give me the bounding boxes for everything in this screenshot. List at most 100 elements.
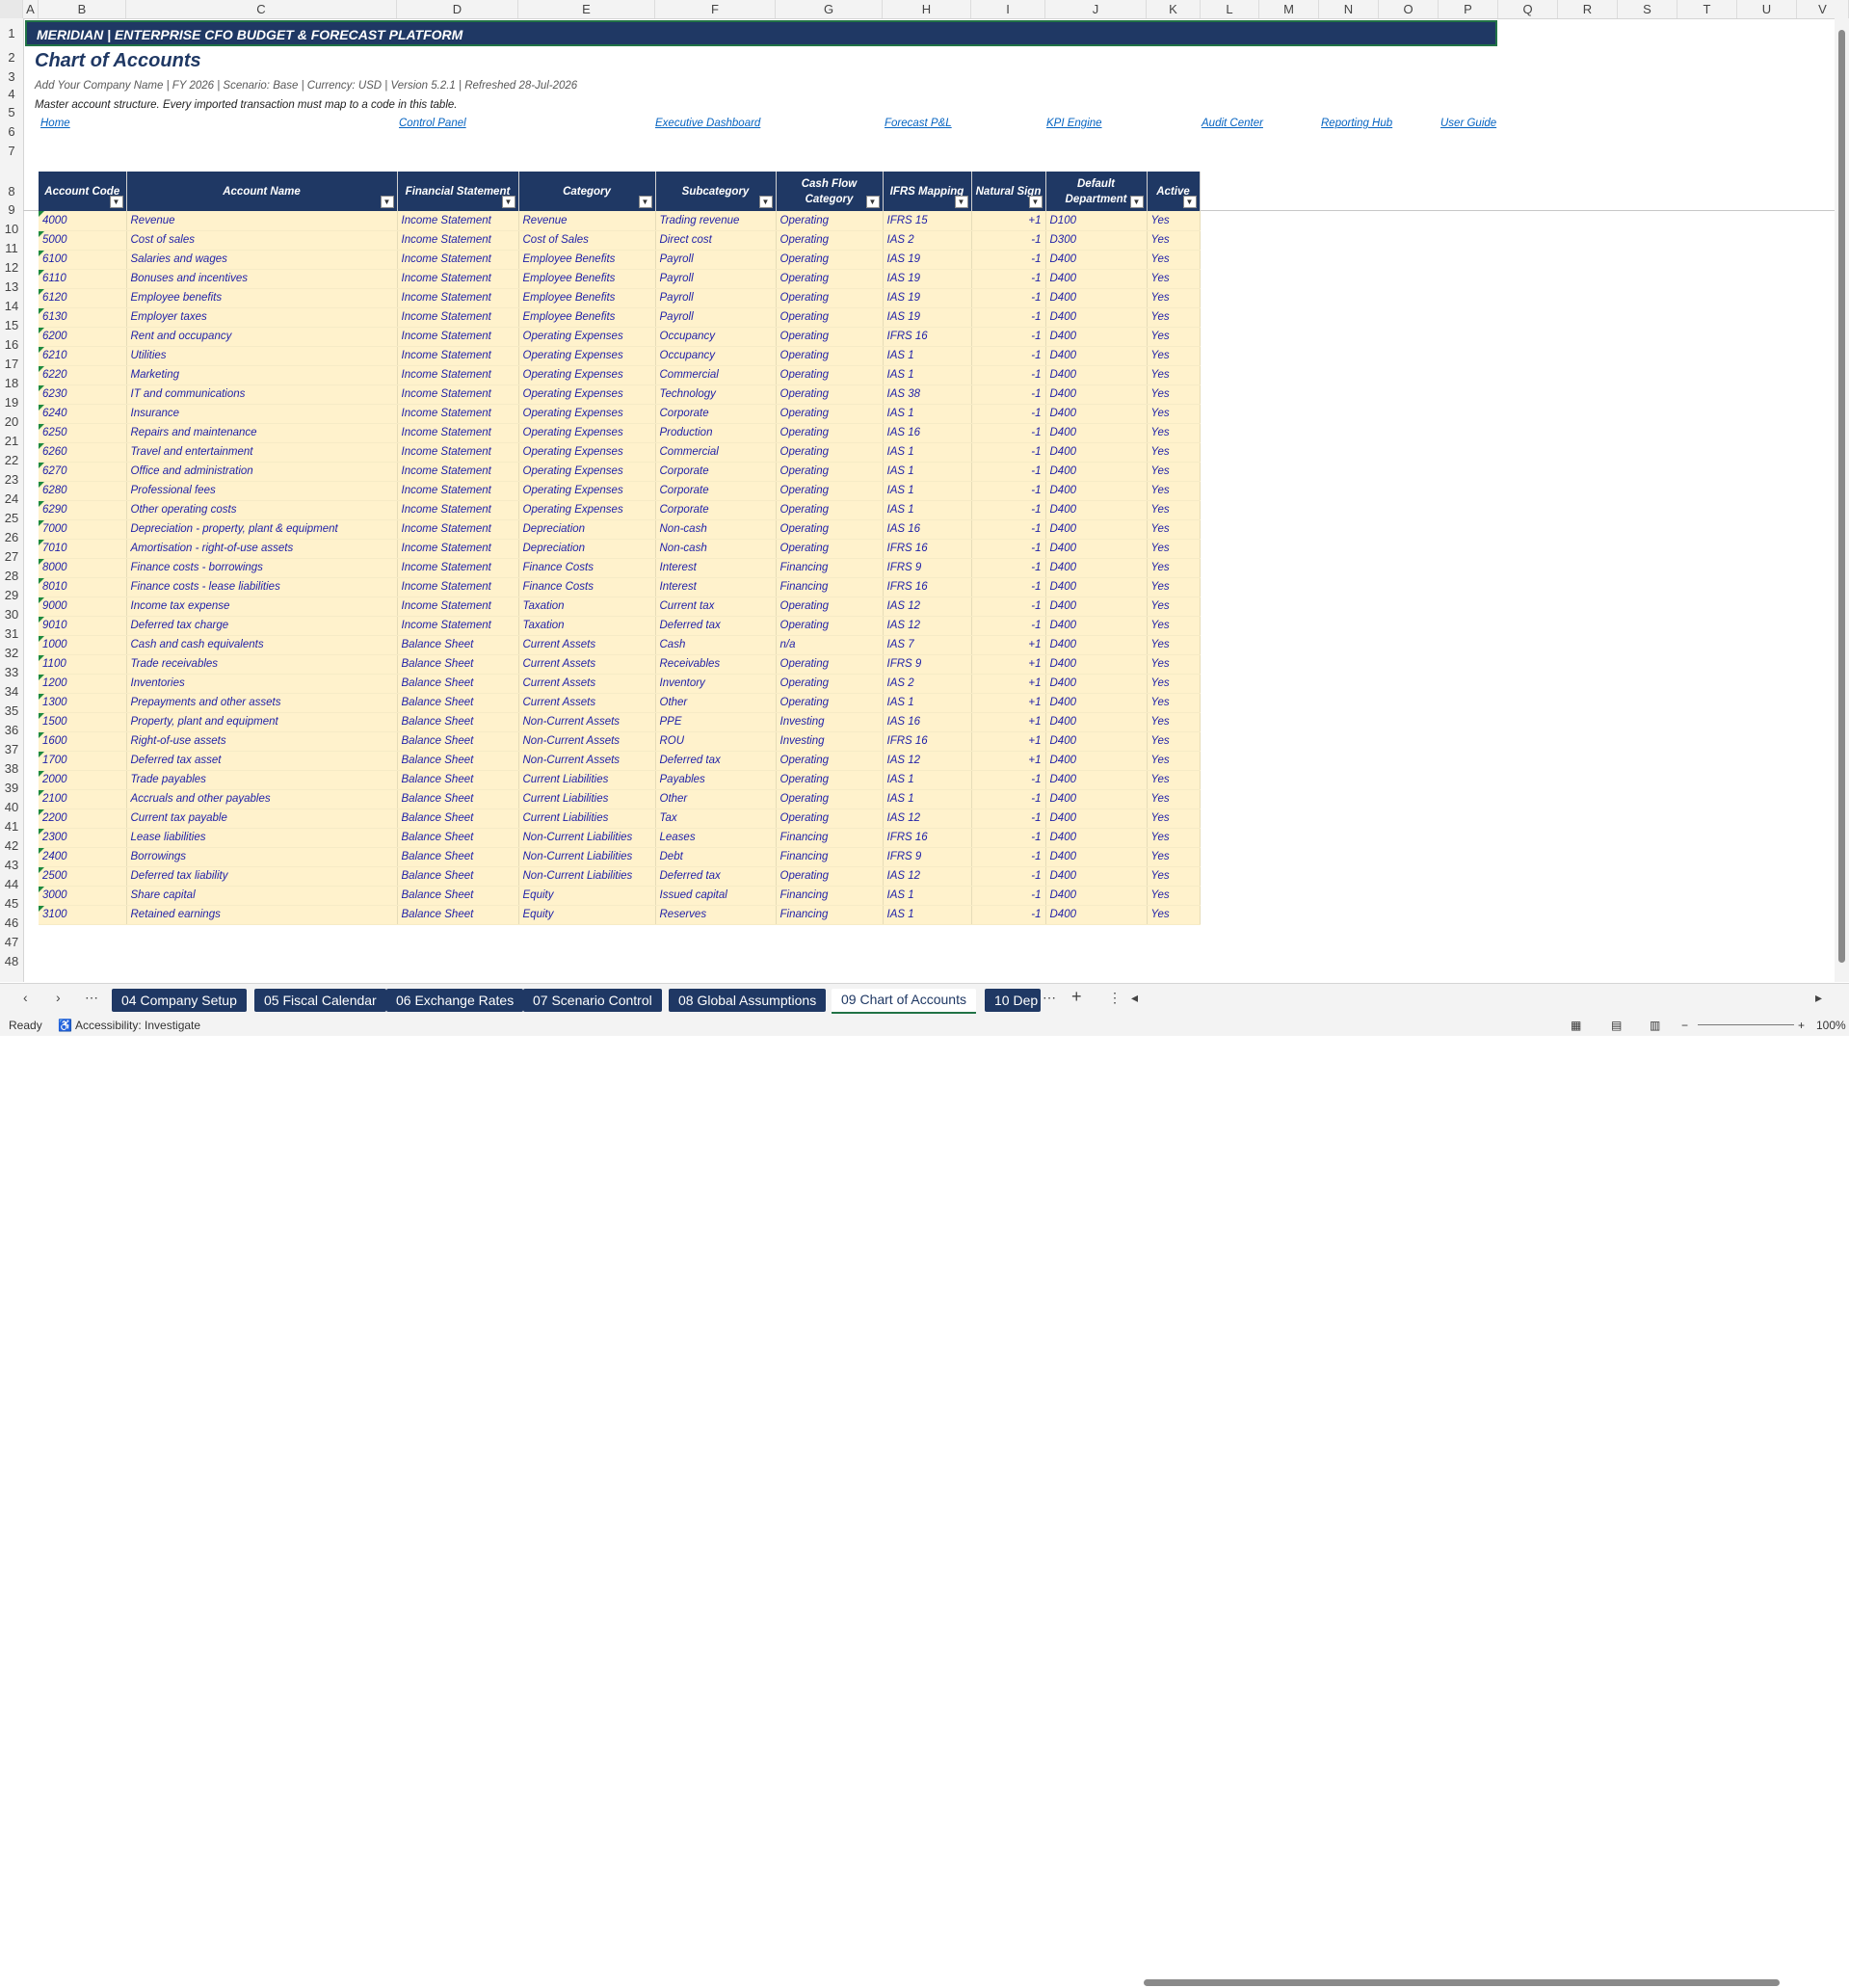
table-cell[interactable]: Operating	[776, 327, 884, 347]
row-header[interactable]: 29	[0, 586, 23, 605]
table-cell[interactable]: Deferred tax	[655, 751, 777, 771]
table-cell[interactable]: Income Statement	[397, 384, 519, 405]
accessibility-status[interactable]: Accessibility: Investigate	[75, 1019, 200, 1032]
table-cell[interactable]: Yes	[1147, 789, 1201, 809]
table-cell[interactable]: Yes	[1147, 674, 1201, 694]
table-cell[interactable]: Cost of sales	[126, 230, 398, 251]
sheet-tab[interactable]: 10 Dep	[985, 989, 1041, 1012]
table-cell[interactable]: -1	[971, 596, 1046, 617]
table-cell[interactable]: Utilities	[126, 346, 398, 366]
table-cell[interactable]: Yes	[1147, 404, 1201, 424]
row-header[interactable]: 19	[0, 393, 23, 412]
table-cell[interactable]: D400	[1045, 288, 1148, 308]
table-cell[interactable]: Direct cost	[655, 230, 777, 251]
table-cell[interactable]: Occupancy	[655, 346, 777, 366]
accessibility-icon[interactable]: ♿	[58, 1019, 72, 1032]
table-cell[interactable]: Yes	[1147, 519, 1201, 540]
table-cell[interactable]: 9000	[39, 596, 127, 617]
table-cell[interactable]: D400	[1045, 712, 1148, 732]
table-cell[interactable]: Yes	[1147, 886, 1201, 906]
table-cell[interactable]: Finance Costs	[518, 577, 656, 597]
table-cell[interactable]: Balance Sheet	[397, 770, 519, 790]
table-cell[interactable]: Yes	[1147, 654, 1201, 675]
table-cell[interactable]: Trading revenue	[655, 211, 777, 231]
table-cell[interactable]: Depreciation	[518, 539, 656, 559]
zoom-level[interactable]: 100%	[1816, 1019, 1846, 1032]
table-cell[interactable]: Operating	[776, 596, 884, 617]
table-cell[interactable]: D400	[1045, 789, 1148, 809]
table-cell[interactable]: Finance Costs	[518, 558, 656, 578]
table-cell[interactable]: Operating	[776, 230, 884, 251]
row-header[interactable]: 37	[0, 740, 23, 759]
column-header-r[interactable]: R	[1558, 0, 1618, 18]
table-cell[interactable]: D400	[1045, 384, 1148, 405]
table-cell[interactable]: Yes	[1147, 384, 1201, 405]
table-cell[interactable]: IAS 1	[883, 404, 972, 424]
table-cell[interactable]: 8010	[39, 577, 127, 597]
table-cell[interactable]: Depreciation	[518, 519, 656, 540]
table-cell[interactable]: Operating	[776, 269, 884, 289]
scroll-thumb[interactable]	[1838, 30, 1845, 963]
table-cell[interactable]: IT and communications	[126, 384, 398, 405]
table-cell[interactable]: -1	[971, 462, 1046, 482]
table-cell[interactable]: -1	[971, 307, 1046, 328]
table-cell[interactable]: Balance Sheet	[397, 886, 519, 906]
row-header[interactable]: 45	[0, 894, 23, 914]
table-cell[interactable]: Operating	[776, 442, 884, 463]
row-header[interactable]: 26	[0, 528, 23, 547]
table-cell[interactable]: Non-Current Assets	[518, 731, 656, 752]
table-cell[interactable]: Payables	[655, 770, 777, 790]
table-cell[interactable]: Income Statement	[397, 481, 519, 501]
table-cell[interactable]: D400	[1045, 346, 1148, 366]
sheet-tab[interactable]: 08 Global Assumptions	[669, 989, 827, 1012]
table-cell[interactable]: 6120	[39, 288, 127, 308]
filter-dropdown-icon[interactable]: ▼	[758, 196, 773, 208]
table-cell[interactable]: Revenue	[126, 211, 398, 231]
row-header[interactable]: 1	[0, 20, 23, 46]
filter-dropdown-icon[interactable]: ▼	[501, 196, 515, 208]
table-cell[interactable]: Deferred tax	[655, 866, 777, 887]
table-cell[interactable]: Yes	[1147, 616, 1201, 636]
table-cell[interactable]: 6130	[39, 307, 127, 328]
table-cell[interactable]: Operating	[776, 866, 884, 887]
header-financial-statement[interactable]: Financial Statement ▼	[397, 172, 519, 211]
table-cell[interactable]: D400	[1045, 770, 1148, 790]
table-cell[interactable]: Reserves	[655, 905, 777, 925]
column-header-n[interactable]: N	[1319, 0, 1379, 18]
table-cell[interactable]: Income Statement	[397, 500, 519, 520]
table-cell[interactable]: Operating	[776, 808, 884, 829]
table-cell[interactable]: IFRS 16	[883, 731, 972, 752]
table-cell[interactable]: Yes	[1147, 481, 1201, 501]
table-cell[interactable]: Yes	[1147, 269, 1201, 289]
header-cash-flow-category[interactable]: Cash Flow Category ▼	[776, 172, 884, 211]
header-natural-sign[interactable]: Natural Sign ▼	[971, 172, 1046, 211]
table-cell[interactable]: IAS 12	[883, 596, 972, 617]
table-cell[interactable]: Operating	[776, 365, 884, 385]
table-cell[interactable]: D400	[1045, 442, 1148, 463]
table-cell[interactable]: Current tax payable	[126, 808, 398, 829]
table-cell[interactable]: D400	[1045, 500, 1148, 520]
table-cell[interactable]: Balance Sheet	[397, 808, 519, 829]
table-cell[interactable]: Operating	[776, 462, 884, 482]
table-cell[interactable]: Yes	[1147, 828, 1201, 848]
table-cell[interactable]: Accruals and other payables	[126, 789, 398, 809]
table-cell[interactable]: Cash	[655, 635, 777, 655]
table-cell[interactable]: 6250	[39, 423, 127, 443]
link-kpi-engine[interactable]: KPI Engine	[1046, 118, 1102, 129]
table-cell[interactable]: Income Statement	[397, 442, 519, 463]
table-cell[interactable]: Income Statement	[397, 365, 519, 385]
scroll-thumb[interactable]	[1144, 1979, 1780, 1986]
table-cell[interactable]: Employee Benefits	[518, 250, 656, 270]
table-cell[interactable]: IAS 16	[883, 423, 972, 443]
table-cell[interactable]: Operating Expenses	[518, 327, 656, 347]
row-header[interactable]: 7	[0, 142, 23, 161]
table-cell[interactable]: Commercial	[655, 442, 777, 463]
table-cell[interactable]: Yes	[1147, 500, 1201, 520]
table-cell[interactable]: IAS 1	[883, 789, 972, 809]
table-cell[interactable]: Non-cash	[655, 539, 777, 559]
table-cell[interactable]: 2500	[39, 866, 127, 887]
table-cell[interactable]: Professional fees	[126, 481, 398, 501]
column-header-e[interactable]: E	[518, 0, 655, 18]
column-header-f[interactable]: F	[655, 0, 776, 18]
table-cell[interactable]: -1	[971, 828, 1046, 848]
